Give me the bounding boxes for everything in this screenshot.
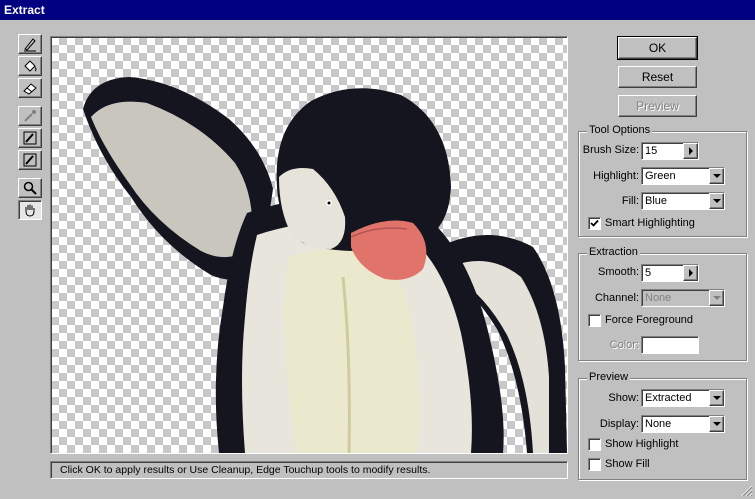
fill-dropdown-button[interactable] — [709, 193, 724, 209]
hand-icon — [25, 204, 35, 217]
display-dropdown-button[interactable] — [709, 416, 724, 432]
chevron-down-icon — [712, 174, 721, 178]
highlight-dropdown-button[interactable] — [709, 168, 724, 184]
title-bar: Extract — [0, 0, 755, 20]
status-bar: Click OK to apply results or Use Cleanup… — [50, 461, 568, 479]
fill-tool[interactable] — [18, 56, 42, 76]
preview-canvas[interactable] — [50, 36, 568, 454]
resize-grip-icon[interactable] — [741, 485, 753, 497]
force-foreground-checkbox[interactable] — [588, 314, 601, 327]
tool-options-group: Tool Options Brush Size: 15 Highlight: G… — [578, 124, 747, 237]
channel-dropdown-button[interactable] — [709, 290, 724, 306]
chevron-down-icon — [712, 296, 721, 300]
tool-options-legend: Tool Options — [587, 124, 653, 136]
arrow-right-icon — [688, 269, 693, 277]
channel-label: Channel: — [594, 292, 639, 304]
preview-legend: Preview — [587, 371, 631, 383]
display-value: None — [645, 418, 672, 430]
preview-button[interactable]: Preview — [618, 95, 697, 117]
highlight-value: Green — [645, 170, 676, 182]
smooth-input[interactable]: 5 — [641, 264, 699, 282]
edge-highlighter-icon — [24, 38, 36, 52]
checkmark-icon — [590, 219, 599, 227]
smooth-value: 5 — [645, 267, 652, 279]
smart-highlighting-label: Smart Highlighting — [605, 217, 695, 229]
eyedropper-tool[interactable] — [18, 106, 42, 126]
ok-button[interactable]: OK — [617, 36, 698, 60]
chevron-down-icon — [712, 199, 721, 203]
cleanup-tool[interactable] — [18, 128, 42, 148]
eraser-icon — [23, 83, 37, 95]
fill-bucket-icon — [24, 60, 37, 72]
show-value: Extracted — [645, 392, 692, 404]
channel-value: None — [645, 292, 672, 304]
channel-select[interactable]: None — [641, 289, 725, 307]
brush-size-value: 15 — [645, 145, 658, 157]
window-title: Extract — [4, 3, 45, 17]
chevron-down-icon — [712, 396, 721, 400]
status-message: Click OK to apply results or Use Cleanup… — [60, 464, 431, 476]
edge-highlighter-tool[interactable] — [18, 34, 42, 54]
eraser-tool[interactable] — [18, 78, 42, 98]
arrow-right-icon — [688, 147, 693, 155]
show-select[interactable]: Extracted — [641, 389, 725, 407]
hand-tool[interactable] — [18, 200, 42, 220]
brush-size-input[interactable]: 15 — [641, 142, 699, 160]
zoom-icon — [23, 181, 37, 195]
smooth-slider-button[interactable] — [683, 265, 698, 281]
extraction-group: Extraction Smooth: 5 Channel: None Force… — [578, 246, 747, 361]
display-label: Display: — [599, 418, 639, 430]
display-select[interactable]: None — [641, 415, 725, 433]
smart-highlighting-checkbox[interactable] — [588, 217, 601, 230]
color-swatch[interactable] — [641, 336, 699, 354]
show-fill-checkbox[interactable] — [588, 458, 601, 471]
brush-size-slider-button[interactable] — [683, 143, 698, 159]
penguin-image — [83, 77, 567, 453]
show-dropdown-button[interactable] — [709, 390, 724, 406]
extraction-legend: Extraction — [587, 246, 640, 258]
brush-size-label: Brush Size: — [582, 144, 639, 156]
color-label: Color: — [609, 339, 639, 351]
fill-label: Fill: — [621, 195, 639, 207]
chevron-down-icon — [712, 422, 721, 426]
show-label: Show: — [608, 392, 639, 404]
smooth-label: Smooth: — [598, 266, 639, 278]
highlight-label: Highlight: — [593, 170, 639, 182]
show-highlight-label: Show Highlight — [605, 438, 679, 450]
fill-value: Blue — [645, 195, 668, 207]
preview-group: Preview Show: Extracted Display: None Sh… — [578, 371, 747, 480]
force-foreground-label: Force Foreground — [605, 314, 694, 326]
show-fill-label: Show Fill — [605, 458, 650, 470]
fill-select[interactable]: Blue — [641, 192, 725, 210]
highlight-select[interactable]: Green — [641, 167, 725, 185]
edge-touchup-tool[interactable] — [18, 150, 42, 170]
edge-touchup-icon — [23, 153, 37, 167]
show-highlight-checkbox[interactable] — [588, 438, 601, 451]
zoom-tool[interactable] — [18, 178, 42, 198]
cleanup-tool-icon — [23, 131, 37, 145]
reset-button[interactable]: Reset — [618, 66, 697, 88]
eyedropper-icon — [24, 110, 36, 122]
